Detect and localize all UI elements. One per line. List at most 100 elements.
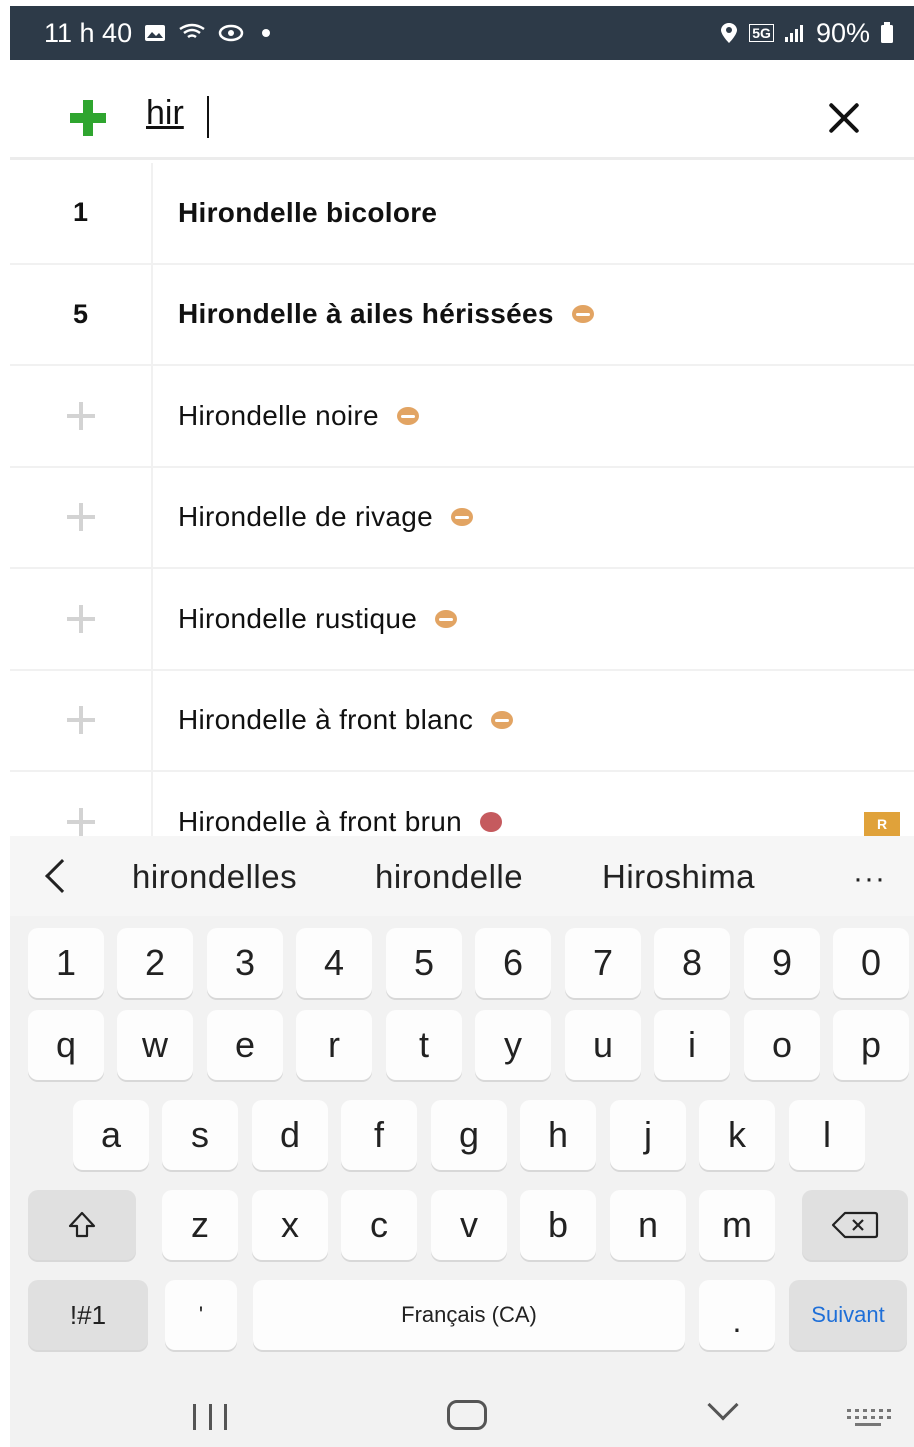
key[interactable]: 5 <box>386 928 462 998</box>
key[interactable]: 3 <box>207 928 283 998</box>
key[interactable]: 1 <box>28 928 104 998</box>
chevron-left-icon[interactable] <box>45 859 79 893</box>
key[interactable]: 9 <box>744 928 820 998</box>
species-name: Hirondelle à front blanc <box>178 704 514 736</box>
key[interactable]: q <box>28 1010 104 1080</box>
key[interactable]: h <box>520 1100 596 1170</box>
result-row[interactable]: 1 Hirondelle bicolore <box>10 163 914 265</box>
plus-icon[interactable] <box>66 705 96 735</box>
result-row[interactable]: Hirondelle de rivage <box>10 467 914 569</box>
add-count-cell[interactable] <box>10 670 153 770</box>
status-half-icon <box>491 711 514 730</box>
key[interactable]: n <box>610 1190 686 1260</box>
add-count-cell[interactable] <box>10 772 153 836</box>
key[interactable]: 6 <box>475 928 551 998</box>
key[interactable]: 2 <box>117 928 193 998</box>
species-name: Hirondelle rustique <box>178 603 458 635</box>
notification-dot-icon <box>262 29 271 37</box>
add-count-cell[interactable] <box>10 569 153 669</box>
eye-icon <box>218 23 244 43</box>
plus-icon[interactable] <box>66 807 96 836</box>
key[interactable]: d <box>252 1100 328 1170</box>
result-row[interactable]: Hirondelle rustique <box>10 569 914 671</box>
suggestion-item[interactable]: hirondelle <box>375 858 523 896</box>
key[interactable]: k <box>699 1100 775 1170</box>
suggestion-item[interactable]: hirondelles <box>132 858 297 896</box>
keyboard-icon[interactable] <box>845 1406 891 1430</box>
key[interactable]: y <box>475 1010 551 1080</box>
key[interactable]: x <box>252 1190 328 1260</box>
sighting-count: 5 <box>10 264 153 364</box>
key[interactable]: l <box>789 1100 865 1170</box>
result-row[interactable]: Hirondelle noire <box>10 366 914 468</box>
species-name: Hirondelle noire <box>178 400 419 432</box>
key[interactable]: f <box>341 1100 417 1170</box>
key[interactable]: g <box>431 1100 507 1170</box>
add-count-cell[interactable] <box>10 467 153 567</box>
key[interactable]: r <box>296 1010 372 1080</box>
status-half-icon <box>435 609 458 628</box>
navigation-bar <box>10 1376 914 1447</box>
add-count-cell[interactable] <box>10 366 153 466</box>
key[interactable]: t <box>386 1010 462 1080</box>
key[interactable]: 4 <box>296 928 372 998</box>
shift-icon <box>68 1211 96 1238</box>
key[interactable]: i <box>654 1010 730 1080</box>
space-key[interactable]: Français (CA) <box>253 1280 685 1350</box>
key[interactable]: 8 <box>654 928 730 998</box>
result-row[interactable]: 5 Hirondelle à ailes hérissées <box>10 264 914 366</box>
soft-keyboard: hirondelles hirondelle Hiroshima ··· 1 2… <box>10 836 914 1447</box>
battery-icon <box>880 22 894 44</box>
key[interactable]: e <box>207 1010 283 1080</box>
add-icon[interactable] <box>68 98 108 138</box>
key[interactable]: m <box>699 1190 775 1260</box>
next-action-key[interactable]: Suivant <box>789 1280 907 1350</box>
species-name: Hirondelle de rivage <box>178 501 474 533</box>
backspace-key[interactable] <box>802 1190 908 1260</box>
shift-key[interactable] <box>28 1190 136 1260</box>
location-icon <box>719 22 739 44</box>
apostrophe-key[interactable]: ' <box>165 1280 237 1350</box>
species-name: Hirondelle à ailes hérissées <box>178 298 594 330</box>
more-icon[interactable]: ··· <box>853 862 886 896</box>
search-input[interactable]: hir <box>146 94 184 133</box>
status-half-icon <box>451 508 474 527</box>
result-row[interactable]: Hirondelle à front blanc <box>10 670 914 772</box>
result-row[interactable]: Hirondelle à front brun R <box>10 772 914 836</box>
plus-icon[interactable] <box>66 502 96 532</box>
chevron-down-icon[interactable] <box>707 1389 739 1421</box>
species-results-list: 1 Hirondelle bicolore 5 Hirondelle à ail… <box>10 163 914 836</box>
status-full-icon <box>479 811 502 832</box>
plus-icon[interactable] <box>66 604 96 634</box>
status-bar: 11 h 40 5G 90% <box>10 6 914 60</box>
key[interactable]: v <box>431 1190 507 1260</box>
battery-percent: 90% <box>815 17 870 48</box>
status-half-icon <box>396 406 419 425</box>
key[interactable]: p <box>833 1010 909 1080</box>
symbols-key[interactable]: !#1 <box>28 1280 148 1350</box>
key[interactable]: 0 <box>833 928 909 998</box>
key[interactable]: s <box>162 1100 238 1170</box>
suggestion-bar: hirondelles hirondelle Hiroshima ··· <box>10 836 914 916</box>
key[interactable]: 7 <box>565 928 641 998</box>
status-half-icon <box>571 305 594 324</box>
period-key[interactable]: . <box>699 1280 775 1350</box>
plus-icon[interactable] <box>66 401 96 431</box>
species-name: Hirondelle bicolore <box>178 196 438 228</box>
key[interactable]: z <box>162 1190 238 1260</box>
key[interactable]: w <box>117 1010 193 1080</box>
network-5g-icon: 5G <box>749 24 774 42</box>
signal-icon <box>784 23 806 43</box>
key[interactable]: j <box>610 1100 686 1170</box>
sighting-count: 1 <box>10 163 153 263</box>
key[interactable]: b <box>520 1190 596 1260</box>
key[interactable]: c <box>341 1190 417 1260</box>
recent-apps-icon[interactable] <box>193 1404 227 1430</box>
suggestion-item[interactable]: Hiroshima <box>602 858 755 896</box>
key[interactable]: o <box>744 1010 820 1080</box>
close-icon[interactable] <box>822 96 866 140</box>
key[interactable]: u <box>565 1010 641 1080</box>
home-icon[interactable] <box>447 1400 487 1430</box>
key[interactable]: a <box>73 1100 149 1170</box>
status-time: 11 h 40 <box>44 17 133 48</box>
